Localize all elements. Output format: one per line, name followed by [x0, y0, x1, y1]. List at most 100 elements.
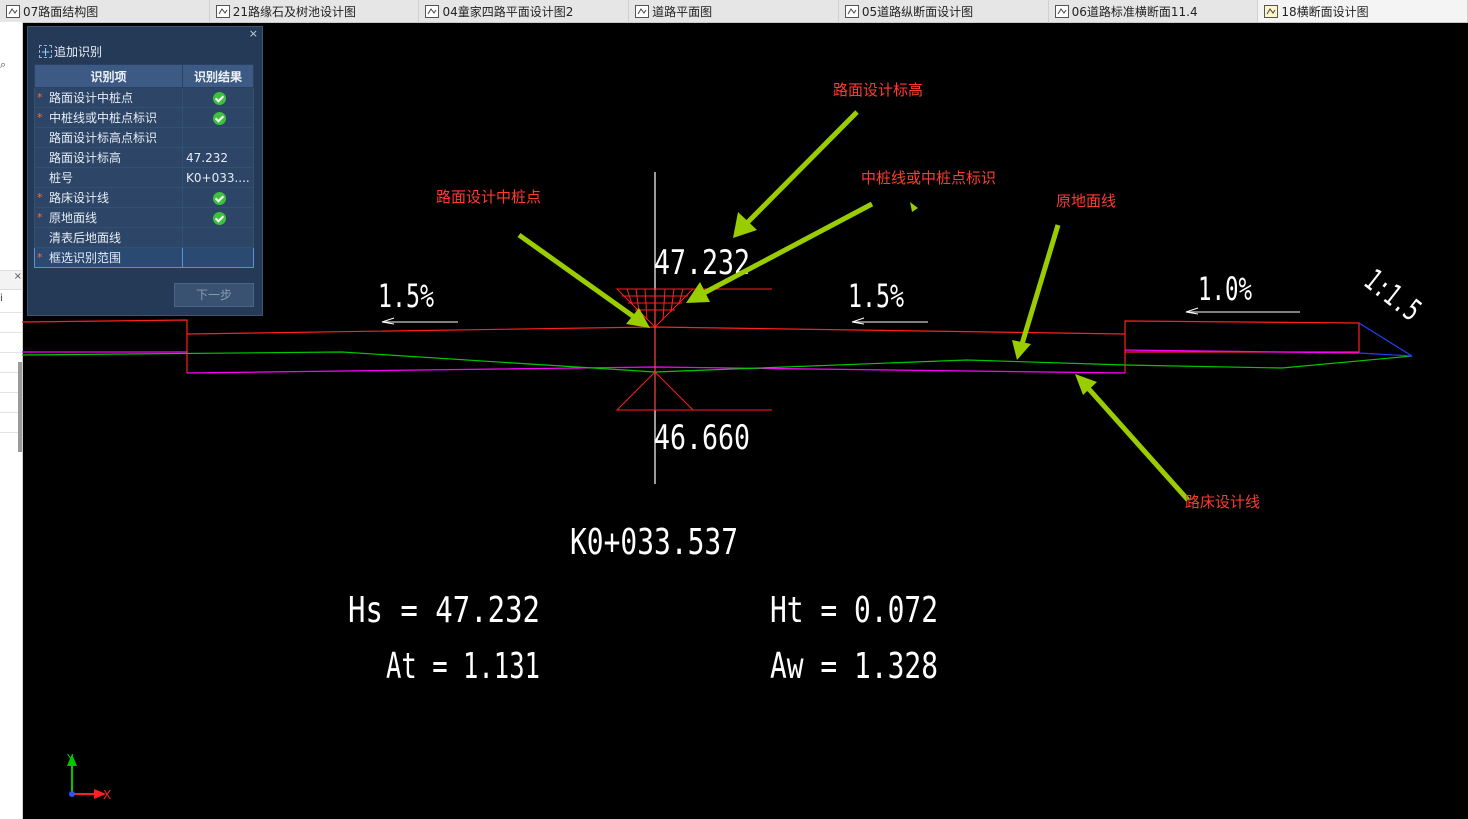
tab-drawing-2[interactable]: 04童家四路平面设计图2	[419, 0, 630, 22]
recognition-item-label: 清表后地面线	[49, 231, 122, 245]
recognition-result: 47.232	[182, 147, 254, 168]
tab-drawing-4[interactable]: 05道路纵断面设计图	[839, 0, 1049, 22]
check-icon	[213, 191, 226, 205]
recognition-row[interactable]: * 路床设计线	[33, 187, 254, 208]
recognition-result	[182, 107, 254, 128]
recognition-item: * 路面设计中桩点	[33, 87, 184, 108]
recognition-result	[182, 227, 254, 248]
drawing-file-icon	[1264, 4, 1279, 18]
drawing-file-icon	[215, 4, 230, 18]
required-star-icon: *	[37, 91, 43, 104]
recognition-result	[182, 87, 254, 108]
slope-right-marker: 1.0%	[1185, 270, 1300, 315]
svg-text:1.5%: 1.5%	[848, 277, 904, 315]
ht-value-text: Ht = 0.072	[770, 590, 938, 631]
tab-drawing-3[interactable]: 道路平面图	[629, 0, 839, 22]
recognition-item-label: 桩号	[49, 171, 74, 185]
required-star-icon: *	[37, 251, 43, 264]
station-text: K0+033.537	[570, 522, 738, 563]
recognition-table: 识别项 识别结果 * 路面设计中桩点 * 中桩线或中桩点标识 路面设计标高点标识 路面设计…	[33, 64, 254, 268]
recognition-item: 桩号	[33, 167, 184, 188]
recognition-item: * 原地面线	[33, 207, 184, 228]
svg-text:1.0%: 1.0%	[1198, 270, 1252, 308]
header-result: 识别结果	[182, 64, 254, 88]
add-recognition-button[interactable]: + 追加识别	[39, 43, 102, 60]
collapse-icon[interactable]: ×	[0, 270, 22, 290]
recognition-result-value: K0+033....	[186, 170, 250, 185]
tab-label: 06道路标准横断面11.4	[1071, 4, 1198, 19]
aw-value-text: Aw = 1.328	[770, 646, 938, 687]
axis-x-label: X	[103, 788, 111, 802]
recognition-item-label: 路面设计中桩点	[49, 91, 134, 105]
recognition-item: * 路床设计线	[33, 187, 184, 208]
bottom-elevation-text: 46.660	[654, 418, 750, 458]
slope-left-marker: 1.5%	[378, 277, 458, 325]
required-star-icon: *	[37, 191, 43, 204]
recognition-result-value: 47.232	[186, 150, 229, 165]
check-icon	[213, 91, 226, 105]
close-icon[interactable]: ×	[249, 27, 258, 40]
tab-label: 05道路纵断面设计图	[861, 4, 974, 19]
original-ground-line	[22, 351, 1413, 373]
recognition-result	[182, 127, 254, 148]
tab-drawing-0[interactable]: 07路面结构图	[0, 0, 210, 22]
recognition-result	[182, 247, 254, 268]
recognition-result	[182, 207, 254, 228]
recognition-row[interactable]: * 框选识别范围	[33, 247, 254, 268]
recognition-item-label: 路面设计标高	[49, 151, 122, 165]
recognition-item-label: 中桩线或中桩点标识	[49, 111, 158, 125]
tab-drawing-5[interactable]: 06道路标准横断面11.4	[1049, 0, 1259, 22]
recognition-item-label: 框选识别范围	[49, 251, 122, 265]
recognition-item: 路面设计标高	[33, 147, 184, 168]
drawing-file-icon	[844, 4, 859, 18]
tab-drawing-6[interactable]: 18横断面设计图	[1258, 0, 1468, 22]
recognition-item: 路面设计标高点标识	[33, 127, 184, 148]
recognition-row[interactable]: 桩号 K0+033....	[33, 167, 254, 188]
label-center-line: 中桩线或中桩点标识	[861, 169, 996, 187]
drawing-tab-bar: 07路面结构图 21路缘石及树池设计图 04童家四路平面设计图2 道路平面图 05道路纵…	[0, 0, 1468, 23]
recognition-item-label: 路床设计线	[49, 191, 110, 205]
drawing-file-icon	[1054, 4, 1069, 18]
recognition-panel: × + 追加识别 识别项 识别结果 * 路面设计中桩点 * 中桩线或中桩点标识 路面设计…	[27, 26, 263, 316]
drawing-file-icon	[6, 4, 20, 18]
ucs-axis-icon: Y X	[66, 752, 111, 802]
recognition-result: K0+033....	[182, 167, 254, 188]
slope-mid-marker: 1.5%	[848, 277, 928, 325]
drawing-file-icon	[635, 4, 650, 18]
recognition-row[interactable]: * 路面设计中桩点	[33, 87, 254, 108]
label-design-elevation: 路面设计标高	[833, 81, 923, 99]
recognition-row[interactable]: 清表后地面线	[33, 227, 254, 248]
label-subgrade-line: 路床设计线	[1185, 493, 1260, 511]
tab-label: 04童家四路平面设计图2	[442, 4, 574, 19]
tab-label: 21路缘石及树池设计图	[232, 4, 356, 19]
recognition-item: * 中桩线或中桩点标识	[33, 107, 184, 128]
recognition-row[interactable]: * 原地面线	[33, 207, 254, 228]
label-center-point: 路面设计中桩点	[436, 188, 541, 206]
recognition-item: * 框选识别范围	[33, 247, 184, 268]
svg-text:1.5%: 1.5%	[378, 277, 434, 315]
side-panel-fragment-text: i	[0, 293, 3, 304]
recognition-row[interactable]: 路面设计标高 47.232	[33, 147, 254, 168]
check-icon	[213, 111, 226, 125]
required-star-icon: *	[37, 211, 43, 224]
recognition-row[interactable]: 路面设计标高点标识	[33, 127, 254, 148]
recognition-item-label: 路面设计标高点标识	[49, 131, 158, 145]
side-slope-line	[1358, 322, 1413, 357]
required-star-icon: *	[37, 111, 43, 124]
at-value-text: At = 1.131	[386, 646, 540, 687]
tab-label: 07路面结构图	[23, 4, 99, 19]
header-item: 识别项	[33, 64, 184, 88]
tab-drawing-1[interactable]: 21路缘石及树池设计图	[210, 0, 420, 22]
check-icon	[213, 211, 226, 225]
search-icon[interactable]: ⌕	[0, 58, 6, 72]
recognition-item: 清表后地面线	[33, 227, 184, 248]
recognition-result	[182, 187, 254, 208]
recognition-row[interactable]: * 中桩线或中桩点标识	[33, 107, 254, 128]
label-ground-line: 原地面线	[1056, 192, 1116, 210]
side-slope-text: 1:1.5	[1357, 263, 1427, 329]
side-panel-strip: ⌕ × i	[0, 22, 23, 819]
next-step-button[interactable]: 下一步	[174, 283, 254, 307]
axis-y-label: Y	[66, 752, 74, 765]
tab-label: 道路平面图	[652, 4, 713, 19]
add-recognition-label: 追加识别	[54, 45, 103, 59]
